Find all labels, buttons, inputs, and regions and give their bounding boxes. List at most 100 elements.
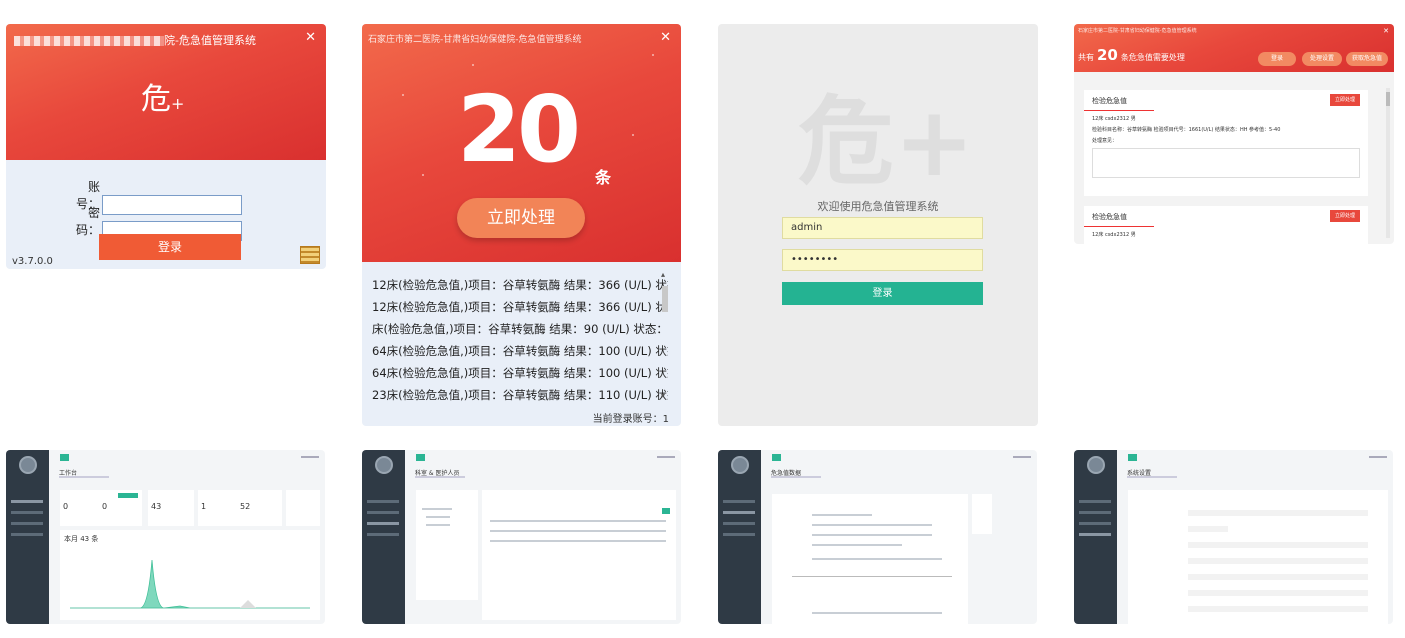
stat-value: 52 [240, 502, 251, 511]
menu-toggle-icon[interactable] [1128, 454, 1137, 461]
form-field[interactable] [1188, 542, 1368, 548]
scrollbar-thumb[interactable] [662, 286, 668, 312]
welcome-text: 欢迎使用危急值管理系统 [817, 200, 939, 213]
blurred-hospital-name [14, 36, 164, 46]
table-row[interactable] [490, 530, 666, 532]
opinion-textarea[interactable] [1092, 148, 1360, 178]
tree-item[interactable] [426, 524, 450, 526]
sidebar-item[interactable] [723, 511, 755, 514]
form-field[interactable] [1188, 510, 1368, 516]
sidebar-item[interactable] [1079, 533, 1111, 536]
pending-count: 20 [457, 76, 581, 183]
window-title: 石家庄市第二医院-甘肃省妇幼保健院-危急值管理系统 [368, 35, 582, 45]
menu-toggle-icon[interactable] [416, 454, 425, 461]
patient-info: 12床 csdx2312 男 [1092, 116, 1136, 122]
scroll-down-icon[interactable]: ▾ [661, 391, 665, 400]
close-icon[interactable]: ✕ [305, 30, 316, 45]
form-field[interactable] [1188, 590, 1368, 596]
sidebar-item[interactable] [11, 533, 43, 536]
sidebar-item[interactable] [367, 522, 399, 525]
list-item[interactable]: 23床(检验危急值,)项目：谷草转氨酶 结果：110 (U/L) 状态 [372, 384, 668, 406]
process-now-button[interactable]: 立即处理 [1330, 210, 1360, 222]
avatar [730, 456, 749, 474]
password-input[interactable]: •••••••• [782, 249, 983, 271]
sidebar-item[interactable] [367, 533, 399, 536]
keyboard-icon[interactable] [300, 246, 320, 264]
department-tree [416, 490, 478, 600]
settings-button[interactable]: 处理设置 [1302, 52, 1342, 66]
tree-item[interactable] [422, 508, 452, 510]
list-item[interactable]: 12床(检验危急值,)项目：谷草转氨酶 结果：366 (U/L) 状态 [372, 274, 668, 296]
user-info[interactable] [301, 456, 319, 458]
menu-toggle-icon[interactable] [772, 454, 781, 461]
process-now-button[interactable]: 立即处理 [1330, 94, 1360, 106]
detail-row [812, 514, 872, 516]
detail-row [812, 524, 932, 526]
user-info[interactable] [1369, 456, 1387, 458]
sidebar-item[interactable] [723, 533, 755, 536]
list-item[interactable]: 12床(检验危急值,)项目：谷草转氨酶 结果：366 (U/L) 状态 [372, 296, 668, 318]
detail-scrollbar[interactable] [1386, 88, 1390, 238]
notification-window: 石家庄市第二医院-甘肃省妇幼保健院-危急值管理系统 ✕ 20 条 立即处理 12… [362, 24, 681, 426]
sidebar-item[interactable] [11, 522, 43, 525]
patient-info: 12床 csdx2312 男 [1092, 232, 1136, 238]
table-row[interactable] [490, 540, 666, 542]
page-subtitle [59, 476, 109, 478]
avatar [18, 456, 37, 474]
scroll-up-icon[interactable]: ▴ [661, 270, 665, 279]
timeline [792, 576, 952, 577]
watermark-logo: 危+ [798, 86, 975, 198]
sidebar-item[interactable] [1079, 500, 1111, 503]
login-button[interactable]: 登录 [782, 282, 983, 305]
sidebar-item[interactable] [1079, 522, 1111, 525]
page-subtitle [415, 476, 465, 478]
add-button[interactable] [662, 508, 670, 514]
form-field[interactable] [1188, 574, 1368, 580]
fetch-button[interactable]: 获取危急值 [1346, 52, 1388, 66]
username-input[interactable]: admin [782, 217, 983, 239]
sidebar-item[interactable] [723, 500, 755, 503]
section-heading: 检验危急值 [1084, 90, 1154, 111]
menu-toggle-icon[interactable] [60, 454, 69, 461]
tree-item[interactable] [426, 516, 450, 518]
pending-summary: 共有 20 条危急值需要处理 [1078, 46, 1185, 64]
sidebar-item[interactable] [367, 511, 399, 514]
close-icon[interactable]: ✕ [660, 30, 671, 45]
table-row[interactable] [490, 520, 666, 522]
detail-window: 石家庄市第二医院-甘肃省妇幼保健院-危急值管理系统 ✕ 共有 20 条危急值需要处理… [1074, 24, 1394, 244]
stat-value: 0 [63, 502, 69, 511]
list-item[interactable]: 床(检验危急值,)项目：谷草转氨酶 结果：90 (U/L) 状态：H [372, 318, 668, 340]
user-info[interactable] [657, 456, 675, 458]
toggle-field[interactable] [1188, 526, 1228, 532]
form-field[interactable] [1188, 606, 1368, 612]
login-button[interactable]: 登录 [1258, 52, 1296, 66]
sidebar-item[interactable] [1079, 511, 1111, 514]
process-now-button[interactable]: 立即处理 [457, 198, 585, 238]
detail-row [812, 612, 942, 614]
sidebar [362, 450, 405, 624]
list-scrollbar[interactable]: ▴ ▾ [661, 270, 669, 400]
list-item[interactable]: 64床(检验危急值,)项目：谷草转氨酶 结果：100 (U/L) 状态 [372, 362, 668, 384]
login-button[interactable]: 登录 [99, 234, 241, 260]
sidebar-item[interactable] [367, 500, 399, 503]
stat-value: 1 [201, 502, 207, 511]
staff-table [482, 490, 676, 620]
close-icon[interactable]: ✕ [1383, 27, 1389, 35]
form-field[interactable] [1188, 558, 1368, 564]
side-panel [972, 494, 992, 534]
scrollbar-thumb[interactable] [1386, 92, 1390, 106]
avatar [374, 456, 393, 474]
trend-chart [70, 559, 310, 609]
sidebar-item[interactable] [11, 500, 43, 503]
user-info[interactable] [1013, 456, 1031, 458]
detail-row [812, 544, 902, 546]
sidebar [1074, 450, 1117, 624]
critical-section: 检验危急值 立即处理 12床 csdx2312 男 [1084, 206, 1368, 244]
list-item[interactable]: 64床(检验危急值,)项目：谷草转氨酶 结果：100 (U/L) 状态 [372, 340, 668, 362]
sidebar-item[interactable] [11, 511, 43, 514]
page-subtitle [1127, 476, 1177, 478]
sidebar-item[interactable] [723, 522, 755, 525]
opinion-label: 处理意见： [1092, 138, 1118, 144]
stat-card [286, 490, 320, 526]
detail-row [812, 558, 942, 560]
